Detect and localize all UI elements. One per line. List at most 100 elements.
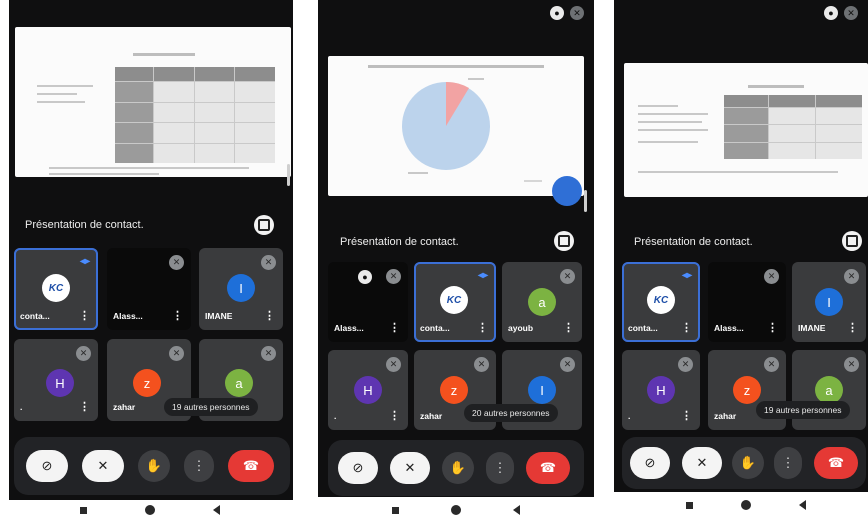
more-vert-icon[interactable]: ⋮ bbox=[264, 311, 275, 322]
more-vert-icon[interactable]: ⋮ bbox=[79, 402, 90, 413]
expand-icon bbox=[558, 235, 570, 247]
recents-icon[interactable] bbox=[392, 506, 399, 514]
presentation-label: Présentation de contact. bbox=[340, 236, 459, 248]
call-controls-bar: ⊘ ✕ ✋ ⋮ ☎ bbox=[328, 440, 584, 496]
more-vert-icon[interactable]: ⋮ bbox=[681, 411, 692, 422]
participant-tile[interactable]: ✕ H . ⋮ bbox=[328, 350, 408, 430]
shared-slide bbox=[15, 27, 291, 177]
mic-off-icon: ✕ bbox=[474, 357, 489, 372]
avatar: H bbox=[46, 369, 74, 397]
more-vert-icon[interactable]: ⋮ bbox=[681, 323, 692, 334]
speaking-indicator-icon: ◂▸ bbox=[477, 270, 488, 281]
participant-tile[interactable]: ✕ I IMANE ⋮ bbox=[792, 262, 866, 342]
participant-tile[interactable]: ◂▸ KC conta... ⋮ bbox=[14, 248, 98, 330]
more-options-button[interactable]: ⋮ bbox=[184, 450, 214, 482]
camera-toggle-button[interactable]: ⊘ bbox=[26, 450, 68, 482]
shared-slide bbox=[624, 63, 868, 197]
raise-hand-icon: ✋ bbox=[739, 455, 757, 470]
home-icon[interactable] bbox=[741, 500, 751, 510]
mic-off-icon: ✕ bbox=[696, 455, 708, 470]
avatar: H bbox=[647, 376, 675, 404]
raise-hand-button[interactable]: ✋ bbox=[442, 452, 474, 484]
avatar: I bbox=[815, 288, 843, 316]
raise-hand-button[interactable]: ✋ bbox=[732, 447, 764, 479]
participant-tile[interactable]: ✕ Alass... ⋮ bbox=[708, 262, 786, 342]
mic-icon: ● bbox=[550, 6, 564, 20]
hang-up-button[interactable]: ☎ bbox=[526, 452, 570, 484]
expand-button[interactable] bbox=[554, 231, 574, 251]
avatar: I bbox=[528, 376, 556, 404]
status-icons: ● ✕ bbox=[550, 6, 584, 20]
mic-toggle-button[interactable]: ✕ bbox=[82, 450, 124, 482]
more-vert-icon[interactable]: ⋮ bbox=[563, 323, 574, 334]
avatar: z bbox=[733, 376, 761, 404]
scrollbar[interactable] bbox=[584, 190, 587, 212]
more-vert-icon[interactable]: ⋮ bbox=[389, 411, 400, 422]
speaking-indicator-icon: ◂▸ bbox=[681, 270, 692, 281]
participant-name: Alass... bbox=[113, 311, 143, 321]
camera-toggle-button[interactable]: ⊘ bbox=[338, 452, 378, 484]
hang-up-icon: ☎ bbox=[539, 460, 557, 475]
camera-toggle-button[interactable]: ⊘ bbox=[630, 447, 670, 479]
other-participants-chip[interactable]: 19 autres personnes bbox=[756, 401, 850, 419]
expand-icon bbox=[846, 235, 858, 247]
mic-off-icon: ✕ bbox=[386, 357, 401, 372]
expand-button[interactable] bbox=[842, 231, 862, 251]
camera-off-icon: ⊘ bbox=[352, 460, 364, 475]
more-vert-icon[interactable]: ⋮ bbox=[847, 323, 858, 334]
avatar: a bbox=[225, 369, 253, 397]
raise-hand-icon: ✋ bbox=[449, 460, 467, 475]
mic-off-icon: ✕ bbox=[76, 346, 91, 361]
hang-up-icon: ☎ bbox=[242, 458, 260, 473]
more-vert-icon: ⋮ bbox=[781, 455, 795, 470]
mic-off-icon: ✕ bbox=[570, 6, 584, 20]
participant-tile[interactable]: ✕ a ayoub ⋮ bbox=[502, 262, 582, 342]
scrollbar[interactable] bbox=[287, 164, 290, 186]
more-vert-icon[interactable]: ⋮ bbox=[477, 323, 488, 334]
participant-tile[interactable]: ✕ H . ⋮ bbox=[622, 350, 700, 430]
participant-name: Alass... bbox=[714, 323, 744, 333]
android-nav-bar bbox=[80, 505, 220, 515]
more-options-button[interactable]: ⋮ bbox=[774, 447, 802, 479]
avatar: a bbox=[528, 288, 556, 316]
back-icon[interactable] bbox=[799, 500, 806, 510]
recents-icon[interactable] bbox=[686, 501, 693, 509]
participant-tile[interactable]: ✕ I IMANE ⋮ bbox=[199, 248, 283, 330]
home-icon[interactable] bbox=[145, 505, 155, 515]
back-icon[interactable] bbox=[213, 505, 220, 515]
participant-name: . bbox=[334, 411, 337, 421]
participant-name: IMANE bbox=[798, 323, 826, 333]
participant-name: conta... bbox=[20, 311, 50, 321]
participant-tile[interactable]: ✕ H . ⋮ bbox=[14, 339, 98, 421]
participant-tile[interactable]: ◂▸ KC conta... ⋮ bbox=[622, 262, 700, 342]
avatar: H bbox=[354, 376, 382, 404]
hang-up-button[interactable]: ☎ bbox=[228, 450, 274, 482]
home-icon[interactable] bbox=[451, 505, 461, 515]
more-vert-icon[interactable]: ⋮ bbox=[79, 311, 90, 322]
more-vert-icon[interactable]: ⋮ bbox=[389, 323, 400, 334]
raise-hand-button[interactable]: ✋ bbox=[138, 450, 170, 482]
more-vert-icon: ⋮ bbox=[493, 460, 507, 475]
back-icon[interactable] bbox=[513, 505, 520, 515]
hang-up-icon: ☎ bbox=[827, 455, 845, 470]
other-participants-chip[interactable]: 20 autres personnes bbox=[464, 404, 558, 422]
other-participants-chip[interactable]: 19 autres personnes bbox=[164, 398, 258, 416]
mic-toggle-button[interactable]: ✕ bbox=[390, 452, 430, 484]
floating-button[interactable] bbox=[552, 176, 582, 206]
mic-off-icon: ✕ bbox=[97, 458, 109, 473]
expand-button[interactable] bbox=[254, 215, 274, 235]
participant-tile[interactable]: ✕ Alass... ⋮ bbox=[107, 248, 191, 330]
avatar: KC bbox=[440, 286, 468, 314]
participant-tile[interactable]: ◂▸ KC conta... ⋮ bbox=[414, 262, 496, 342]
pie-chart bbox=[402, 78, 542, 182]
more-vert-icon[interactable]: ⋮ bbox=[172, 311, 183, 322]
participant-tile[interactable]: ● ✕ Alass... ⋮ bbox=[328, 262, 408, 342]
hang-up-button[interactable]: ☎ bbox=[814, 447, 858, 479]
android-nav-bar bbox=[686, 500, 806, 510]
more-vert-icon[interactable]: ⋮ bbox=[767, 323, 778, 334]
mic-icon: ● bbox=[358, 270, 372, 284]
mic-toggle-button[interactable]: ✕ bbox=[682, 447, 722, 479]
more-options-button[interactable]: ⋮ bbox=[486, 452, 514, 484]
participant-name: . bbox=[20, 402, 23, 412]
recents-icon[interactable] bbox=[80, 506, 87, 514]
